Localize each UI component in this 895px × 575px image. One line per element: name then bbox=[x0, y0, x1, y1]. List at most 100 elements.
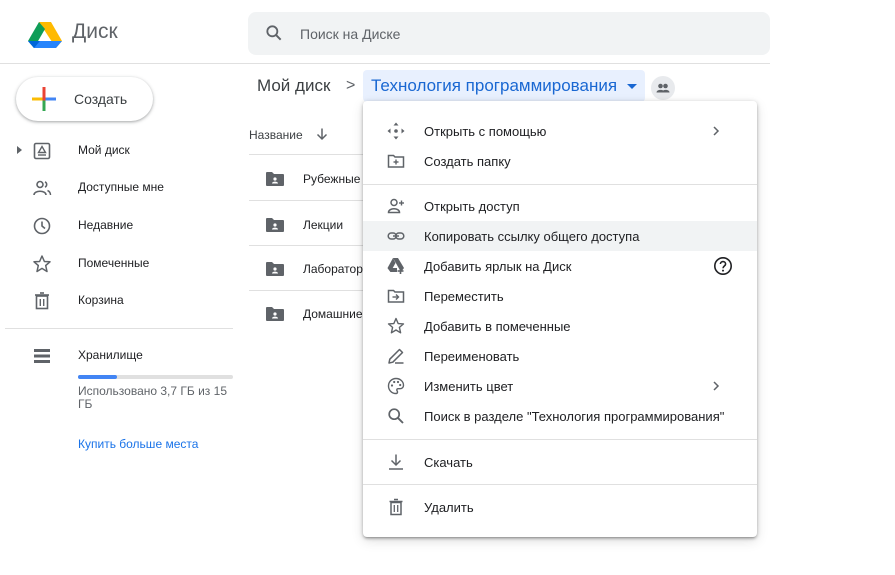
table-row[interactable]: Домашние bbox=[249, 295, 369, 331]
row-divider bbox=[249, 290, 369, 291]
link-icon bbox=[387, 227, 405, 245]
shared-folder-icon bbox=[265, 171, 285, 187]
menu-item-label: Создать папку bbox=[424, 154, 511, 169]
menu-item-label: Скачать bbox=[424, 455, 473, 470]
menu-item-rename[interactable]: Переименовать bbox=[363, 341, 757, 371]
menu-item-label: Изменить цвет bbox=[424, 379, 514, 394]
trash-icon bbox=[387, 498, 405, 516]
sidebar-item-recent[interactable]: Недавние bbox=[0, 210, 240, 242]
breadcrumb-current-label: Технология программирования bbox=[371, 76, 618, 95]
file-name: Лекции bbox=[303, 218, 344, 232]
storage-progress-bar bbox=[78, 375, 233, 379]
column-header-name[interactable]: Название bbox=[249, 128, 303, 142]
sidebar-item-trash[interactable]: Корзина bbox=[0, 285, 240, 317]
search-icon[interactable] bbox=[264, 23, 284, 43]
menu-item-download[interactable]: Скачать bbox=[363, 447, 757, 477]
file-name: Рубежные bbox=[303, 172, 361, 186]
menu-item-label: Открыть с помощью bbox=[424, 124, 547, 139]
sidebar-item-storage[interactable]: Хранилище bbox=[0, 340, 240, 372]
help-icon[interactable] bbox=[713, 256, 733, 276]
menu-divider bbox=[363, 484, 757, 485]
shared-folder-icon bbox=[265, 261, 285, 277]
drive-shortcut-icon bbox=[387, 257, 405, 275]
menu-item-search-in-folder[interactable]: Поиск в разделе "Технология программиров… bbox=[363, 401, 757, 431]
app-title[interactable]: Диск bbox=[72, 20, 118, 44]
file-name: Лабораторные bbox=[303, 262, 369, 276]
expand-arrow-icon[interactable] bbox=[17, 146, 22, 154]
breadcrumb-my-drive[interactable]: Мой диск bbox=[257, 76, 330, 96]
create-button[interactable]: Создать bbox=[16, 77, 153, 121]
search-bar[interactable] bbox=[248, 12, 770, 55]
menu-item-move[interactable]: Переместить bbox=[363, 281, 757, 311]
menu-item-add-starred[interactable]: Добавить в помеченные bbox=[363, 311, 757, 341]
sidebar-divider bbox=[5, 328, 233, 329]
menu-item-label: Поиск в разделе "Технология программиров… bbox=[424, 409, 725, 424]
chevron-right-icon bbox=[712, 126, 720, 136]
menu-item-new-folder[interactable]: Создать папку bbox=[363, 146, 757, 176]
storage-usage-text: Использовано 3,7 ГБ из 15 ГБ bbox=[78, 384, 227, 411]
menu-item-label: Копировать ссылку общего доступа bbox=[424, 229, 640, 244]
create-button-label: Создать bbox=[74, 91, 128, 107]
move-arrows-icon bbox=[387, 122, 405, 140]
menu-item-label: Удалить bbox=[424, 500, 474, 515]
plus-icon bbox=[32, 87, 56, 111]
my-drive-icon bbox=[32, 141, 52, 161]
sidebar-item-label: Недавние bbox=[78, 218, 134, 232]
shared-folder-icon bbox=[265, 306, 285, 322]
context-menu: Открыть с помощью Создать папку Открыть … bbox=[363, 101, 757, 537]
sidebar-item-label: Мой диск bbox=[78, 143, 130, 157]
search-input[interactable] bbox=[300, 12, 740, 55]
menu-item-label: Переместить bbox=[424, 289, 504, 304]
file-name: Домашние bbox=[303, 307, 363, 321]
sort-arrow-icon[interactable] bbox=[315, 127, 329, 141]
buy-storage-link[interactable]: Купить больше места bbox=[78, 437, 198, 451]
breadcrumb-current-folder[interactable]: Технология программирования bbox=[363, 70, 645, 102]
palette-icon bbox=[387, 377, 405, 395]
menu-item-label: Переименовать bbox=[424, 349, 520, 364]
menu-item-add-shortcut[interactable]: Добавить ярлык на Диск bbox=[363, 251, 757, 281]
clock-icon bbox=[32, 216, 52, 236]
add-person-icon bbox=[387, 197, 405, 215]
search-icon bbox=[387, 407, 405, 425]
menu-item-label: Добавить ярлык на Диск bbox=[424, 259, 572, 274]
storage-label: Хранилище bbox=[78, 348, 143, 362]
shared-with-me-icon bbox=[32, 178, 52, 198]
sidebar-item-starred[interactable]: Помеченные bbox=[0, 248, 240, 280]
menu-divider bbox=[363, 184, 757, 185]
menu-item-share[interactable]: Открыть доступ bbox=[363, 191, 757, 221]
menu-item-change-color[interactable]: Изменить цвет bbox=[363, 371, 757, 401]
chevron-right-icon bbox=[712, 381, 720, 391]
sidebar-item-my-drive[interactable]: Мой диск bbox=[0, 135, 240, 167]
star-icon bbox=[387, 317, 405, 335]
menu-item-copy-link[interactable]: Копировать ссылку общего доступа bbox=[363, 221, 757, 251]
menu-item-delete[interactable]: Удалить bbox=[363, 492, 757, 522]
pencil-icon bbox=[387, 347, 405, 365]
shared-folder-icon[interactable] bbox=[651, 76, 675, 100]
star-icon bbox=[32, 254, 52, 274]
sidebar-item-label: Доступные мне bbox=[78, 180, 164, 194]
download-icon bbox=[387, 453, 405, 471]
menu-item-label: Открыть доступ bbox=[424, 199, 520, 214]
drive-logo-icon[interactable] bbox=[28, 22, 62, 48]
row-divider bbox=[249, 154, 369, 155]
dropdown-arrow-icon bbox=[627, 84, 637, 89]
menu-item-open-with[interactable]: Открыть с помощью bbox=[363, 116, 757, 146]
storage-icon bbox=[32, 346, 52, 366]
shared-folder-icon bbox=[265, 217, 285, 233]
row-divider bbox=[249, 200, 369, 201]
row-divider bbox=[249, 245, 369, 246]
menu-divider bbox=[363, 439, 757, 440]
sidebar-item-label: Корзина bbox=[78, 293, 124, 307]
storage-progress-fill bbox=[78, 375, 117, 379]
trash-icon bbox=[32, 291, 52, 311]
table-row[interactable]: Лекции bbox=[249, 206, 369, 242]
header-divider bbox=[0, 63, 770, 64]
breadcrumb-separator: > bbox=[346, 77, 356, 94]
sidebar-item-label: Помеченные bbox=[78, 256, 150, 270]
sidebar-item-shared[interactable]: Доступные мне bbox=[0, 172, 240, 204]
move-to-folder-icon bbox=[387, 287, 405, 305]
new-folder-icon bbox=[387, 152, 405, 170]
menu-item-label: Добавить в помеченные bbox=[424, 319, 571, 334]
table-row[interactable]: Лабораторные bbox=[249, 250, 369, 286]
table-row[interactable]: Рубежные bbox=[249, 160, 369, 196]
